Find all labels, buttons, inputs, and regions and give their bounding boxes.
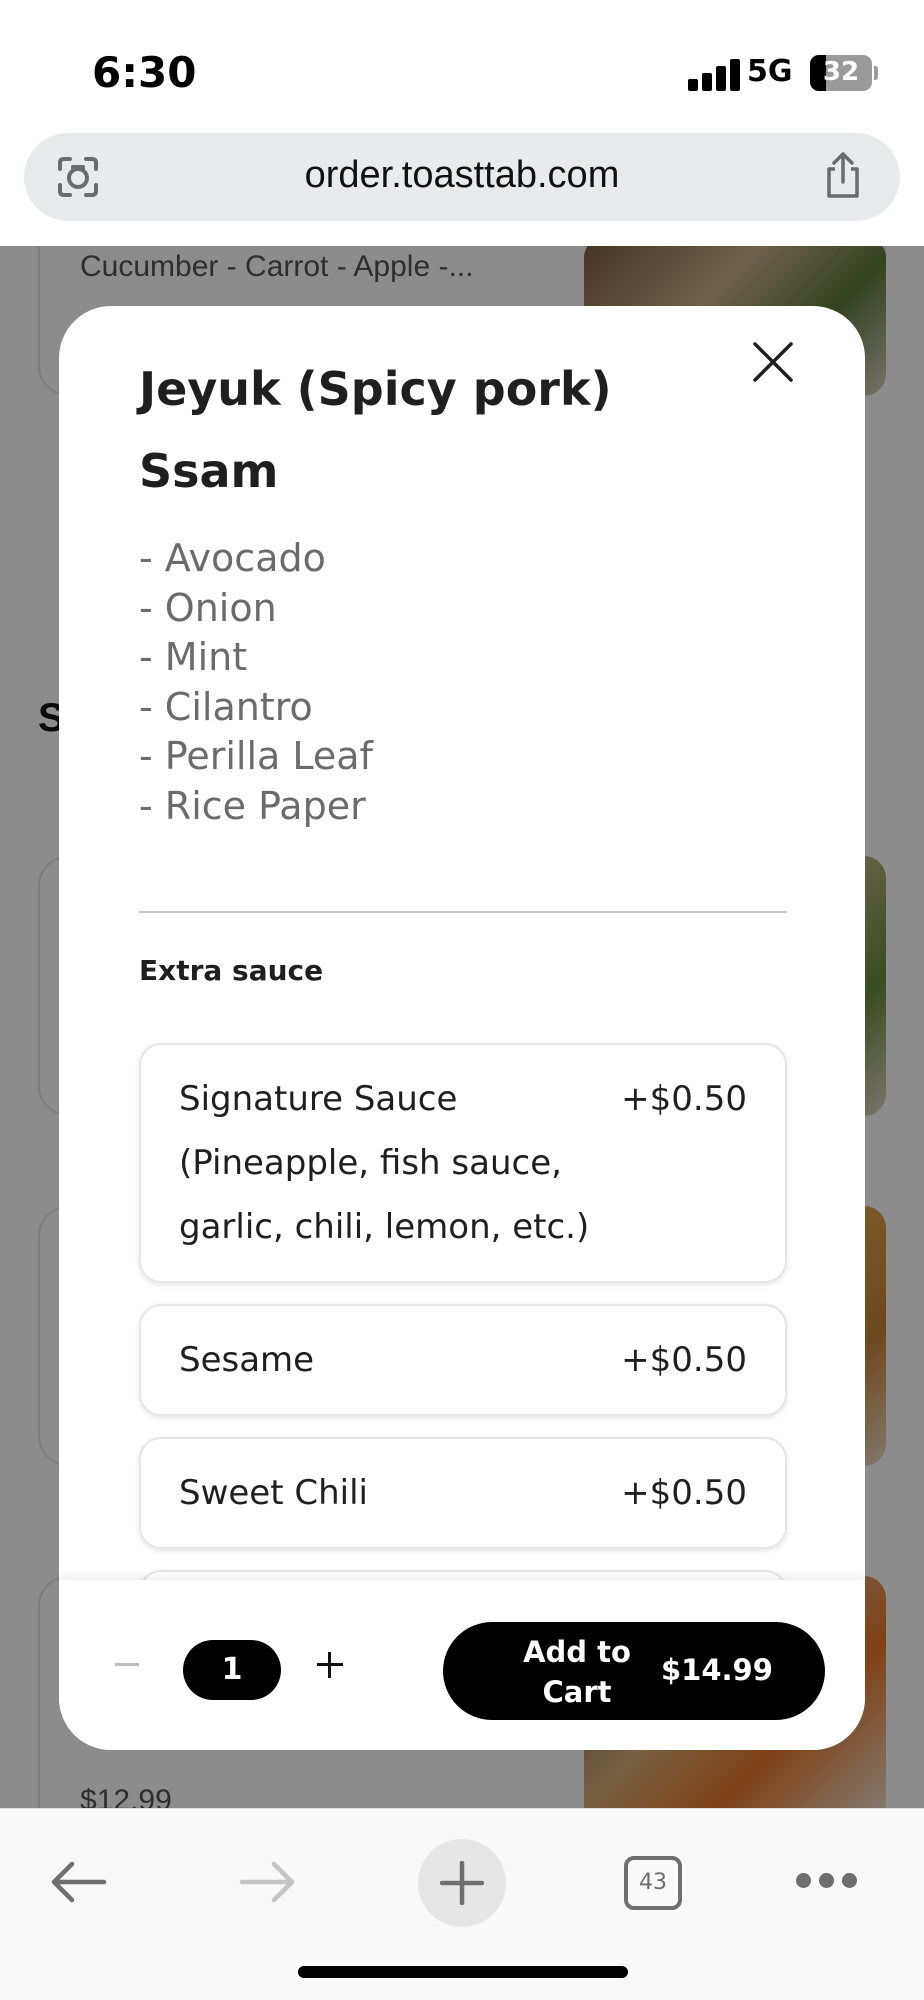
- add-to-cart-label: Add to Cart: [523, 1635, 631, 1709]
- forward-arrow-icon[interactable]: [238, 1859, 298, 1905]
- tabs-count: 43: [639, 1870, 667, 1895]
- address-bar[interactable]: order.toasttab.com: [24, 133, 900, 221]
- battery-level: 32: [822, 57, 860, 87]
- add-to-cart-price: $14.99: [661, 1653, 773, 1687]
- increase-quantity-button[interactable]: [315, 1650, 345, 1680]
- back-arrow-icon[interactable]: [48, 1859, 108, 1905]
- item-modal: Jeyuk (Spicy pork) Ssam - Avocado - Onio…: [59, 306, 865, 1750]
- modal-footer: 1 Add to Cart $14.99: [59, 1580, 865, 1750]
- option-signature-sauce[interactable]: Signature Sauce (Pineapple, fish sauce, …: [139, 1043, 787, 1283]
- tabs-icon[interactable]: 43: [624, 1856, 682, 1910]
- option-name: Sweet Chili: [179, 1473, 368, 1513]
- close-icon[interactable]: [741, 330, 805, 394]
- option-sesame[interactable]: Sesame +$0.50: [139, 1304, 787, 1416]
- plus-icon: [440, 1861, 484, 1905]
- battery-icon: 32: [810, 55, 872, 91]
- home-indicator: [298, 1966, 628, 1978]
- item-title: Jeyuk (Spicy pork) Ssam: [139, 362, 612, 498]
- battery-nub: [874, 66, 878, 80]
- option-name: Signature Sauce (Pineapple, fish sauce, …: [179, 1079, 590, 1247]
- network-label: 5G: [747, 54, 793, 89]
- ingredient-line: - Mint: [139, 635, 248, 679]
- share-icon[interactable]: [818, 151, 868, 201]
- new-tab-button[interactable]: [418, 1839, 506, 1927]
- signal-icon: [688, 57, 740, 91]
- quantity-value: 1: [183, 1640, 281, 1700]
- ingredient-line: - Avocado: [139, 536, 326, 580]
- ingredient-line: - Perilla Leaf: [139, 734, 373, 778]
- item-description: - Avocado - Onion - Mint - Cilantro - Pe…: [139, 534, 373, 831]
- option-name: Sesame: [179, 1340, 315, 1380]
- status-time: 6:30: [92, 48, 197, 97]
- divider: [139, 911, 787, 913]
- add-to-cart-button[interactable]: Add to Cart $14.99: [443, 1622, 825, 1720]
- url-text: order.toasttab.com: [304, 154, 620, 196]
- ingredient-line: - Rice Paper: [139, 783, 366, 828]
- option-price: +$0.50: [621, 1473, 747, 1513]
- option-price: +$0.50: [621, 1079, 747, 1119]
- option-price: +$0.50: [621, 1340, 747, 1380]
- ingredient-line: - Cilantro: [139, 684, 313, 729]
- option-sweet-chili[interactable]: Sweet Chili +$0.50: [139, 1437, 787, 1549]
- modifier-group-title: Extra sauce: [139, 954, 324, 987]
- decrease-quantity-button[interactable]: [113, 1644, 141, 1684]
- status-bar: 6:30 5G 32: [0, 0, 924, 130]
- ingredient-line: - Onion: [139, 585, 277, 630]
- more-icon[interactable]: [796, 1871, 858, 1893]
- minus-icon: [115, 1663, 139, 1666]
